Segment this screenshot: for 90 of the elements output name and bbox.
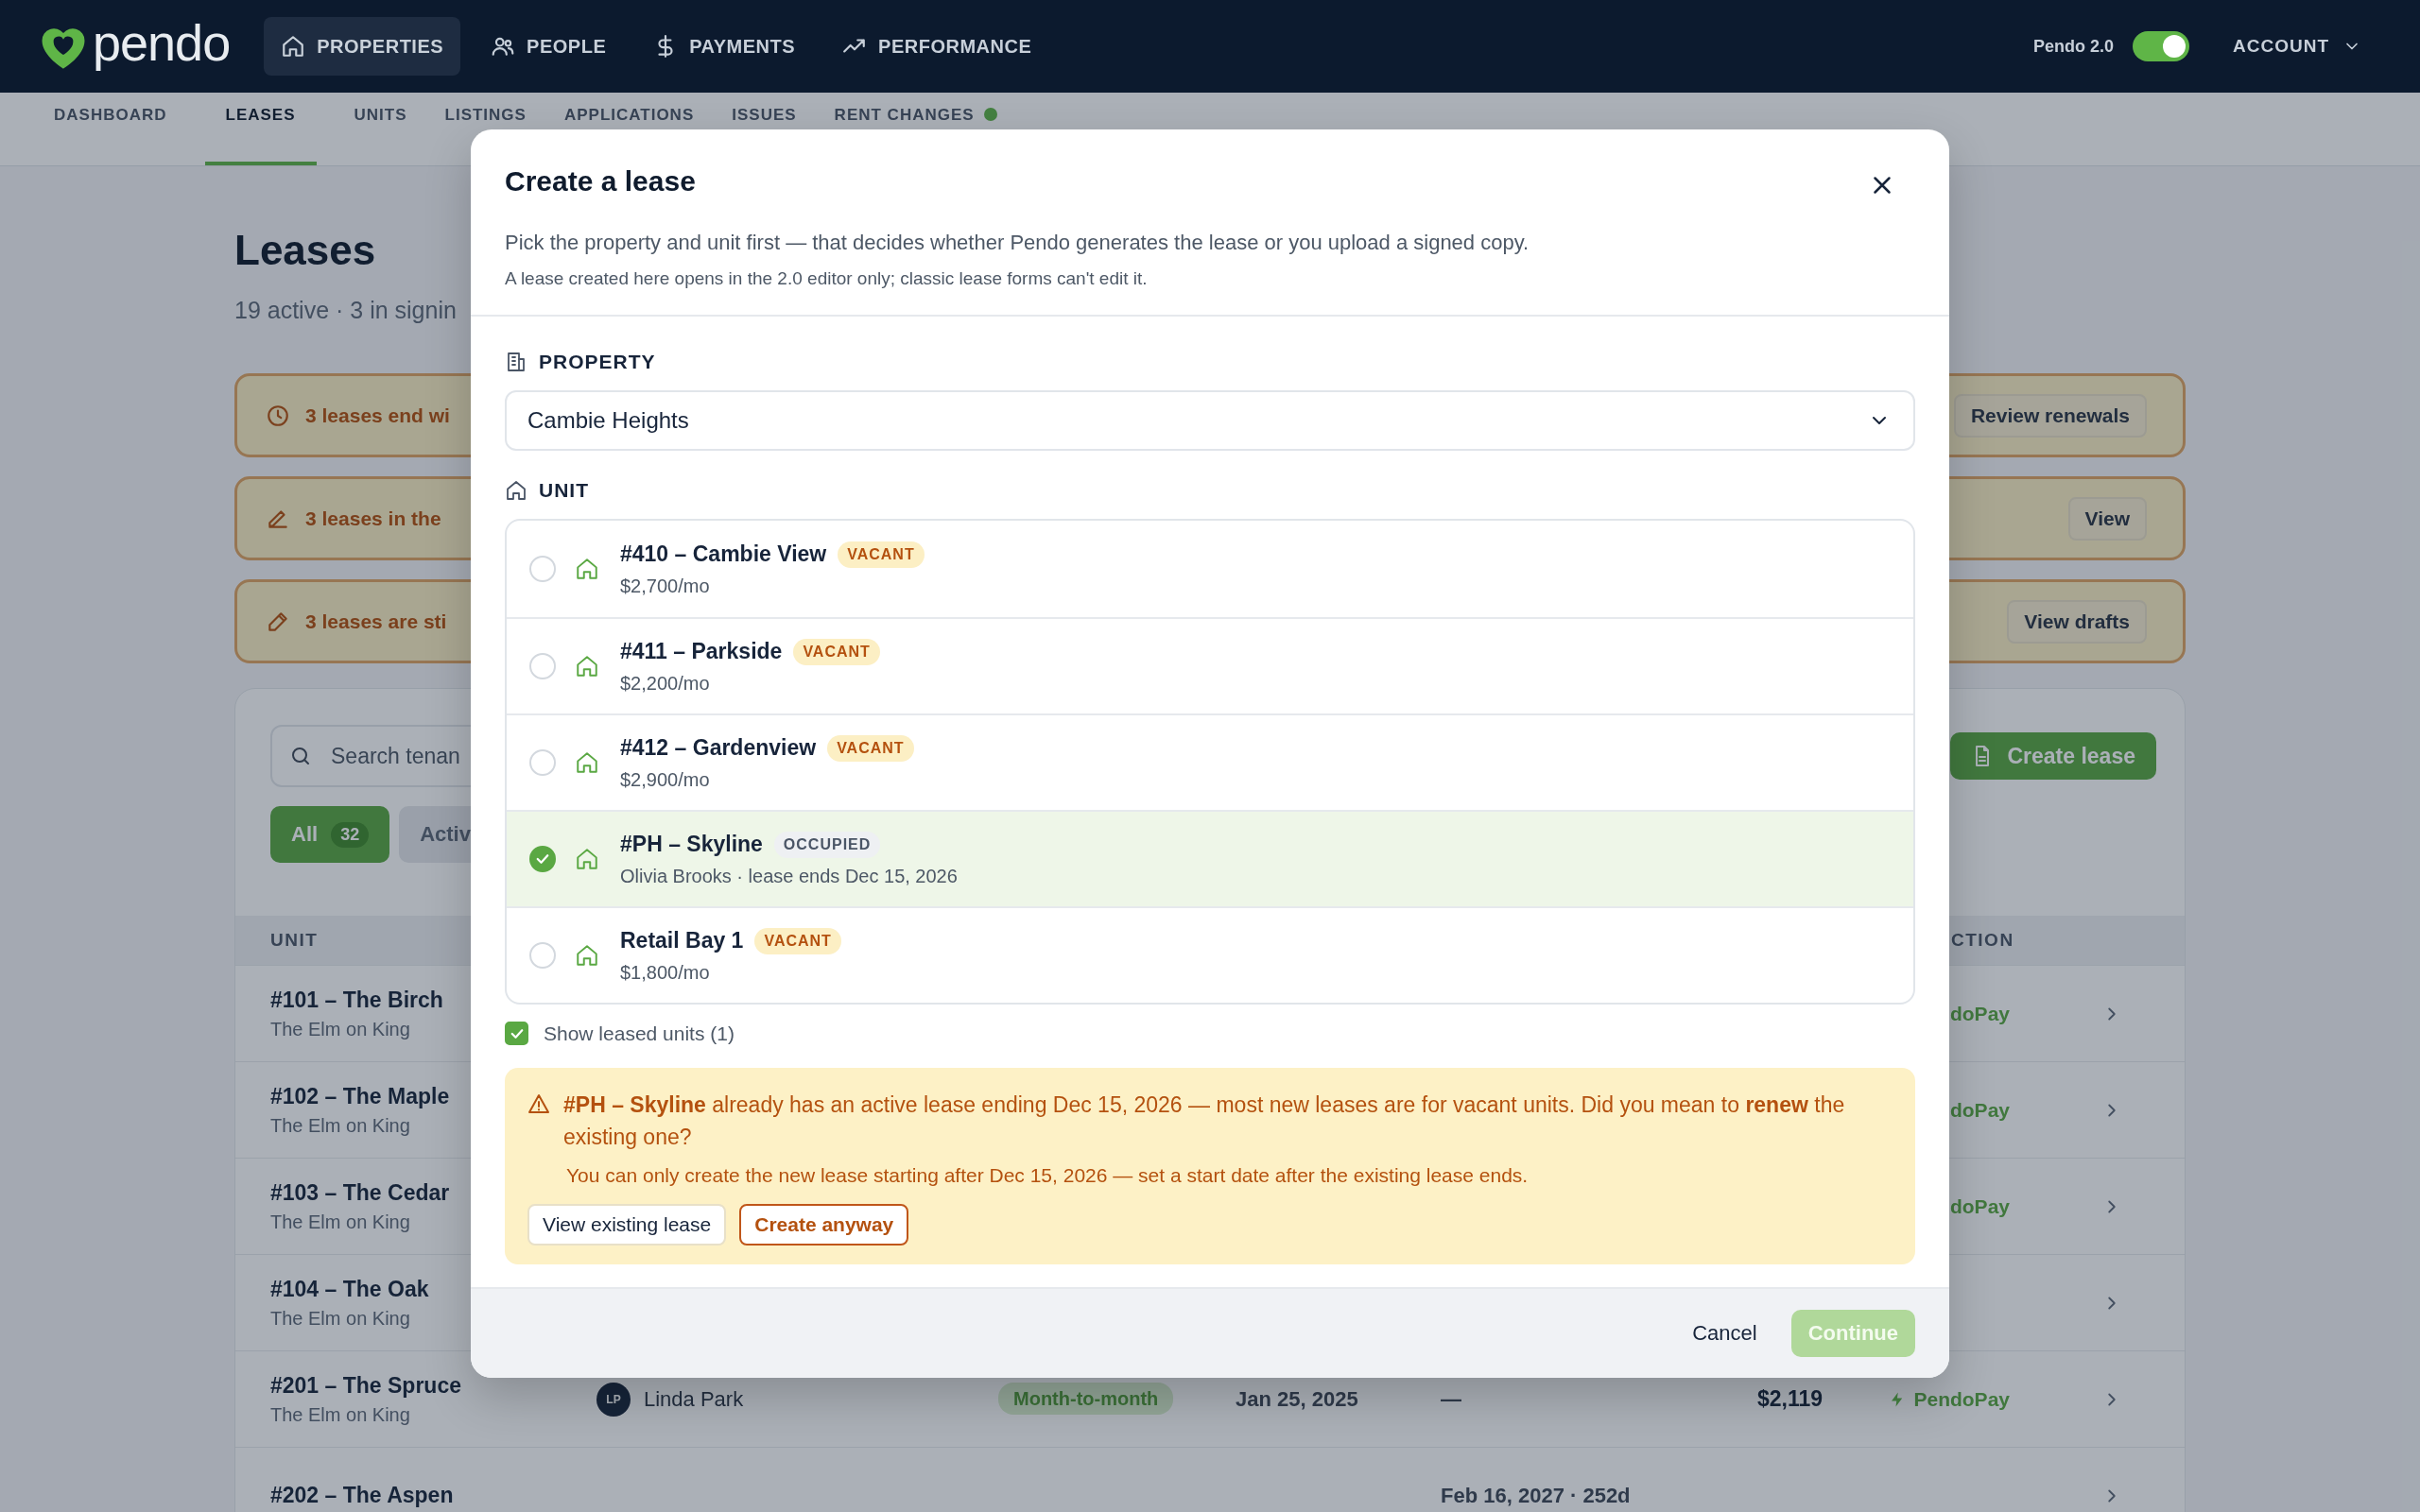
checkbox-label: Show leased units (1) xyxy=(544,1022,735,1045)
unit-option[interactable]: #PH – Skyline OCCUPIED Olivia Brooks · lease ends Dec 15, 2026 xyxy=(507,810,1913,906)
alert-text: 3 leases in the xyxy=(305,507,441,530)
unit-detail: $2,200/mo xyxy=(620,672,711,695)
count-badge: 32 xyxy=(331,821,370,848)
view-lease-button[interactable]: View existing lease xyxy=(527,1204,727,1246)
create-anyway-button[interactable]: Create anyway xyxy=(739,1204,909,1246)
property-name: The Elm on King xyxy=(270,1403,410,1426)
unit-name: #101 – The Birch xyxy=(270,987,443,1013)
alert-text: 3 leases end wi xyxy=(305,404,450,427)
status-badge: VACANT xyxy=(754,927,841,954)
start-date: Jan 25, 2025 xyxy=(1236,1386,1358,1411)
alert-action-button[interactable]: View xyxy=(2067,496,2147,541)
house-icon xyxy=(575,557,599,581)
page-subtitle: 19 active · 3 in signin xyxy=(234,297,457,324)
unit-detail: $1,800/mo xyxy=(620,961,711,984)
unit-option[interactable]: Retail Bay 1 VACANT $1,800/mo xyxy=(507,906,1913,1003)
search-icon xyxy=(289,745,312,767)
rent-amount: $2,119 xyxy=(1756,1386,1823,1411)
end-date: — xyxy=(1441,1386,1461,1411)
term-tag: Month-to-month xyxy=(998,1383,1174,1415)
unit-name: #104 – The Oak xyxy=(270,1276,429,1302)
cancel-button[interactable]: Cancel xyxy=(1686,1320,1763,1347)
dialog-title: Create a lease xyxy=(505,165,696,198)
field-label: PROPERTY xyxy=(539,351,656,373)
building-icon xyxy=(505,351,527,373)
column-header: CTION xyxy=(1950,930,2015,951)
dialog-description: Pick the property and unit first — that decides whether Pendo generates the lease or you upload a signed copy. xyxy=(505,230,1530,256)
account-menu[interactable]: ACCOUNT xyxy=(2233,36,2361,57)
status-badge: VACANT xyxy=(838,541,925,568)
status-badge: OCCUPIED xyxy=(773,831,881,858)
clock-icon xyxy=(266,403,290,428)
warning-icon xyxy=(527,1092,550,1115)
status-badge: VACANT xyxy=(793,638,880,665)
property-name: The Elm on King xyxy=(270,1211,410,1233)
sub-tab[interactable]: LEASES xyxy=(204,93,317,165)
house-icon xyxy=(575,847,599,871)
page-title: Leases xyxy=(234,226,376,275)
alert-text: 3 leases are sti xyxy=(305,610,447,633)
tenant-name: Linda Park xyxy=(644,1386,744,1412)
unit-option[interactable]: #410 – Cambie View VACANT $2,700/mo xyxy=(507,521,1913,617)
unit-title: #410 – Cambie View xyxy=(620,541,827,567)
nav-tab[interactable]: PAYMENTS xyxy=(636,17,813,76)
status-badge: VACANT xyxy=(827,734,914,762)
unit-title: #PH – Skyline xyxy=(620,832,763,857)
unit-title: #412 – Gardenview xyxy=(620,735,817,761)
payment-label: PendoPay xyxy=(1913,1387,2010,1411)
alert-action-button[interactable]: View drafts xyxy=(2007,599,2147,644)
unit-name: #103 – The Cedar xyxy=(270,1179,450,1206)
unit-title: #411 – Parkside xyxy=(620,639,783,664)
unit-name: #202 – The Aspen xyxy=(270,1483,454,1508)
radio-button[interactable] xyxy=(529,846,556,872)
house-icon xyxy=(505,479,527,502)
dropdown-value: Cambie Heights xyxy=(527,407,689,434)
sub-tab[interactable]: UNITS xyxy=(354,93,407,165)
unit-detail: $2,700/mo xyxy=(620,575,711,597)
nav-tab[interactable]: PEOPLE xyxy=(474,17,624,76)
logo-wordmark[interactable]: pendo xyxy=(93,14,231,78)
dialog-note: A lease created here opens in the 2.0 editor only; classic lease forms can't edit it. xyxy=(505,267,1149,290)
avatar: LP xyxy=(596,1382,631,1417)
alert-action-button[interactable]: Review renewals xyxy=(1953,393,2147,438)
sub-tab[interactable]: DASHBOARD xyxy=(54,93,167,165)
warning-message: #PH – Skyline already has an active lease ending Dec 15, 2026 — most new leases are for vacant units. Did you mean to renew the existing one? xyxy=(563,1091,1846,1151)
version-label: Pendo 2.0 xyxy=(2032,36,2114,57)
checkbox[interactable] xyxy=(505,1022,528,1045)
end-date: Feb 16, 2027 · 252d xyxy=(1441,1483,1631,1507)
property-name: The Elm on King xyxy=(270,1307,410,1330)
payment-label: doPay xyxy=(1949,1098,2010,1122)
payment-label: doPay xyxy=(1949,1194,2010,1218)
unit-title: Retail Bay 1 xyxy=(620,928,744,954)
sub-tab[interactable]: RENT CHANGES xyxy=(834,93,997,165)
column-header: UNIT xyxy=(269,930,320,951)
nav-tab[interactable]: PROPERTIES xyxy=(264,17,461,76)
unit-detail: Olivia Brooks · lease ends Dec 15, 2026 xyxy=(620,865,958,887)
unit-option[interactable]: #411 – Parkside VACANT $2,200/mo xyxy=(507,617,1913,713)
property-dropdown[interactable]: Cambie Heights xyxy=(505,390,1915,451)
nav-tab[interactable]: PERFORMANCE xyxy=(825,17,1049,76)
unit-name: #201 – The Spruce xyxy=(270,1372,461,1399)
version-toggle[interactable] xyxy=(2133,31,2189,61)
house-icon xyxy=(575,750,599,775)
unit-detail: $2,900/mo xyxy=(620,768,711,791)
property-name: The Elm on King xyxy=(270,1114,410,1137)
field-label: UNIT xyxy=(539,479,589,502)
property-name: The Elm on King xyxy=(270,1018,410,1040)
warning-detail: You can only create the new lease starting after Dec 15, 2026 — set a start date after the existing lease ends. xyxy=(566,1163,1530,1188)
house-icon xyxy=(575,943,599,968)
house-icon xyxy=(575,654,599,679)
payment-label: doPay xyxy=(1949,1002,2010,1025)
unit-name: #102 – The Maple xyxy=(270,1083,450,1109)
house-icon xyxy=(281,34,306,59)
